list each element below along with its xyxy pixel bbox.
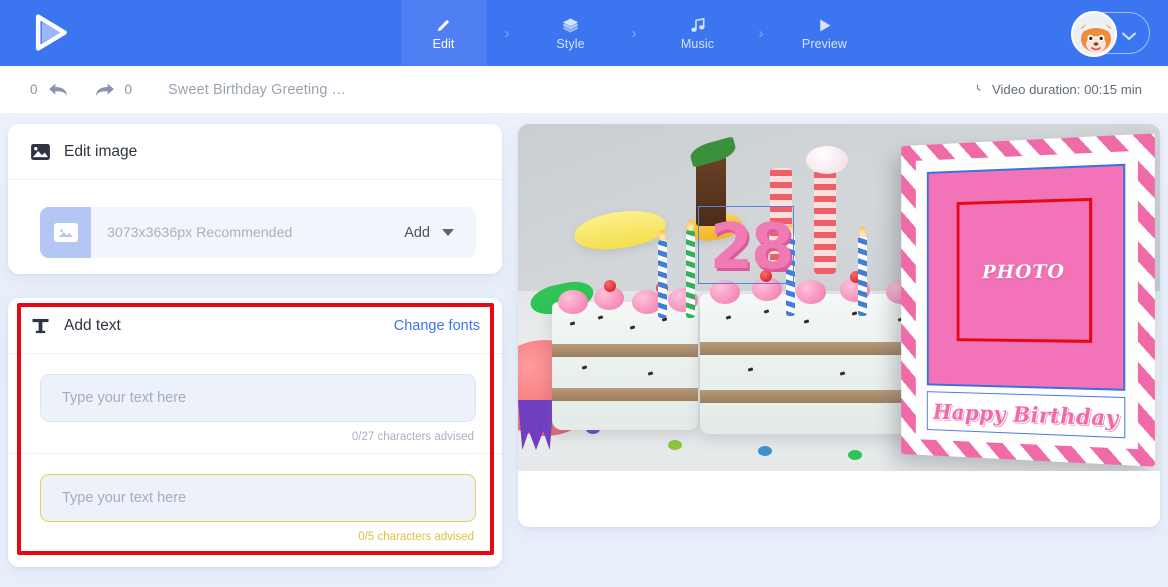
step-separator: › <box>504 24 510 42</box>
edit-image-title: Edit image <box>64 142 138 160</box>
preview-footer <box>518 471 1160 527</box>
banana-prop <box>571 205 669 255</box>
add-text-title: Add text <box>64 316 121 334</box>
undo-count: 0 <box>30 82 38 97</box>
candle-flame <box>659 230 666 241</box>
add-image-label: Add <box>404 224 430 241</box>
photo-frame-inner: PHOTO Happy Birthday <box>915 150 1138 450</box>
text-field-group-1: 0/27 characters advised <box>8 354 502 443</box>
candle-flame <box>859 226 866 237</box>
app-logo[interactable] <box>0 0 100 66</box>
image-placeholder-icon <box>53 223 78 242</box>
birthday-candle <box>658 240 667 318</box>
app-root: Edit › Style › Music › Preview 0 0 Sweet… <box>0 0 1168 587</box>
history-controls: 0 0 <box>30 82 132 98</box>
text-input-2[interactable] <box>40 474 476 522</box>
photo-annotation-box <box>956 197 1093 343</box>
tab-preview-label: Preview <box>801 37 848 51</box>
character-counter-2: 0/5 characters advised <box>358 531 474 543</box>
step-separator: › <box>631 24 637 42</box>
clock-icon <box>970 81 985 99</box>
avatar <box>1071 11 1117 57</box>
tab-music-label: Music <box>680 37 715 51</box>
photo-frame[interactable]: PHOTO Happy Birthday <box>901 133 1155 467</box>
edit-image-card: Edit image 3073x3636px Recommended Add <box>8 124 502 274</box>
project-title[interactable]: Sweet Birthday Greeting … <box>168 82 346 98</box>
confetti-dot <box>848 450 862 460</box>
video-duration-text: Video duration: 00:15 min <box>991 82 1142 97</box>
video-duration: Video duration: 00:15 min <box>970 81 1142 99</box>
image-slot-row[interactable]: 3073x3636px Recommended Add <box>40 207 476 258</box>
tab-music[interactable]: Music <box>655 0 741 66</box>
undo-arrow-icon[interactable] <box>47 82 69 98</box>
tab-style[interactable]: Style <box>528 0 614 66</box>
text-field-group-2: 0/5 characters advised <box>8 453 502 543</box>
account-menu[interactable] <box>1071 11 1150 57</box>
pencil-icon <box>435 15 452 34</box>
streamer-prop <box>518 400 554 450</box>
chevron-down-icon <box>1122 28 1136 46</box>
preview-card: 28 PHOTO Happy Birthday <box>518 124 1160 527</box>
image-icon <box>30 143 50 160</box>
caret-down-icon <box>442 229 454 236</box>
image-thumbnail[interactable] <box>40 207 91 258</box>
birthday-candle <box>686 230 695 318</box>
candle-flame <box>687 220 694 231</box>
play-triangle-logo-icon <box>35 14 67 51</box>
tab-edit-label: Edit <box>432 37 455 51</box>
cake-slice <box>552 280 698 430</box>
tab-style-label: Style <box>556 37 585 51</box>
photo-placeholder-area[interactable]: PHOTO <box>926 163 1126 391</box>
edit-image-header: Edit image <box>8 124 502 180</box>
character-counter-1: 0/27 characters advised <box>351 431 474 443</box>
video-preview-canvas[interactable]: 28 PHOTO Happy Birthday <box>518 124 1160 471</box>
selection-rectangle[interactable] <box>698 206 794 284</box>
text-input-1[interactable] <box>40 374 476 422</box>
play-icon <box>816 15 833 34</box>
confetti-dot <box>758 446 772 456</box>
tab-preview[interactable]: Preview <box>782 0 868 66</box>
step-separator: › <box>758 24 764 42</box>
confetti-dot <box>668 440 682 450</box>
music-note-icon <box>689 15 706 34</box>
add-image-button[interactable]: Add <box>404 225 454 241</box>
layers-icon <box>561 15 580 34</box>
redo-arrow-icon[interactable] <box>94 82 116 98</box>
add-text-header: Add text Change fonts <box>8 298 502 354</box>
birthday-candle <box>858 236 867 316</box>
frame-caption-area[interactable]: Happy Birthday <box>926 391 1126 439</box>
add-text-card: Add text Change fonts 0/27 characters ad… <box>8 298 502 567</box>
redo-count: 0 <box>124 82 133 97</box>
tall-candle <box>814 166 836 274</box>
top-navigation-bar: Edit › Style › Music › Preview <box>0 0 1168 66</box>
tab-edit[interactable]: Edit <box>400 0 487 66</box>
fox-avatar-icon <box>1073 13 1115 55</box>
frosting-swirl <box>806 146 848 174</box>
left-panel: Edit image 3073x3636px Recommended Add A… <box>8 124 502 567</box>
wizard-steps: Edit › Style › Music › Preview <box>100 0 1168 66</box>
change-fonts-link[interactable]: Change fonts <box>394 318 480 334</box>
project-toolbar: 0 0 Sweet Birthday Greeting … Video dura… <box>0 66 1168 114</box>
text-t-icon <box>30 318 50 334</box>
recommended-size-label: 3073x3636px Recommended <box>107 224 293 241</box>
frame-caption-text: Happy Birthday <box>932 398 1119 431</box>
